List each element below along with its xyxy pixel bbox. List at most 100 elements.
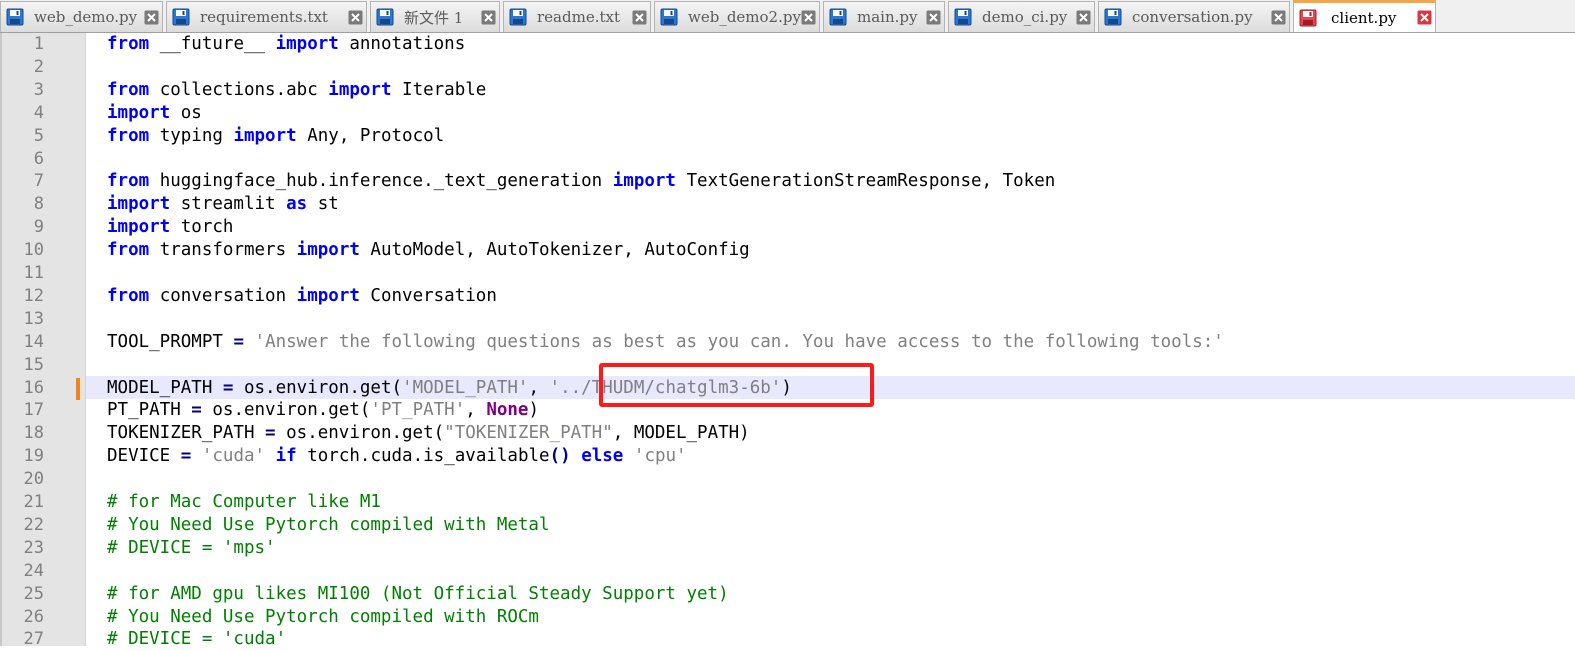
line-number: 27 — [23, 629, 44, 650]
tab-label: web_demo.py — [34, 8, 138, 26]
code-token: = — [233, 331, 244, 352]
floppy-disk-icon — [660, 8, 678, 26]
line-number: 21 — [23, 492, 44, 512]
gutter-edge — [0, 33, 2, 646]
code-token: 'MODEL_PATH' — [402, 377, 529, 398]
tab-requirements-txt[interactable]: requirements.txt — [166, 1, 367, 32]
code-line[interactable]: import os — [107, 102, 202, 125]
code-token: torch.cuda.is_available — [296, 446, 550, 467]
close-icon[interactable] — [632, 10, 647, 25]
code-token: TOKENIZER_PATH — [107, 423, 266, 444]
close-icon[interactable] — [348, 10, 363, 25]
code-token: () — [549, 446, 571, 467]
line-number: 2 — [33, 56, 44, 77]
line-number: 6 — [33, 148, 44, 169]
code-line[interactable]: # You Need Use Pytorch compiled with ROC… — [107, 606, 539, 629]
code-token: typing — [149, 125, 234, 146]
code-token: annotations — [338, 34, 466, 54]
tab-main-py[interactable]: main.py — [823, 1, 945, 32]
line-number: 17 — [23, 400, 44, 421]
tab-web-demo-py[interactable]: web_demo.py — [0, 1, 163, 32]
code-token: ) — [528, 400, 540, 421]
code-line[interactable]: # DEVICE = 'mps' — [107, 537, 276, 560]
code-token: DEVICE — [107, 446, 181, 467]
tab-label: conversation.py — [1132, 8, 1253, 26]
code-token: , MODEL_PATH) — [612, 423, 750, 444]
code-token: os.environ.get( — [275, 423, 445, 444]
line-number: 24 — [23, 560, 44, 581]
code-token: 'cpu' — [633, 446, 687, 467]
close-icon[interactable] — [1271, 10, 1286, 25]
close-icon[interactable] — [144, 10, 159, 25]
code-line[interactable]: import torch — [107, 216, 233, 239]
floppy-disk-icon — [376, 8, 394, 26]
code-token: os.environ.get( — [233, 377, 403, 398]
line-number: 16 — [23, 377, 44, 398]
code-token: torch — [170, 217, 234, 238]
code-token: Conversation — [359, 285, 497, 306]
code-token: 'Answer the following questions as best … — [254, 331, 1224, 352]
code-token: , — [528, 377, 550, 398]
line-number: 23 — [23, 537, 44, 558]
tab-new-file-1[interactable]: 新文件 1 — [370, 1, 500, 32]
code-line[interactable]: TOKENIZER_PATH = os.environ.get("TOKENIZ… — [107, 422, 750, 445]
close-icon[interactable] — [1417, 10, 1432, 25]
line-number: 20 — [23, 469, 44, 490]
code-line[interactable]: from transformers import AutoModel, Auto… — [107, 239, 750, 262]
floppy-disk-icon — [509, 8, 527, 26]
code-editor[interactable]: 1 2 3 4 5 6 7 8 9 10 11 12 13 14 15 16 17 18 19 20 21 22 23 24 2… — [0, 33, 1575, 649]
line-number: 12 — [23, 285, 44, 306]
code-token: from — [107, 125, 150, 146]
code-line[interactable]: from conversation import Conversation — [107, 285, 497, 308]
line-number-gutter: 1 2 3 4 5 6 7 8 9 10 11 12 13 14 15 16 17 18 19 20 21 22 23 24 2… — [0, 33, 86, 649]
tab-demo-ci-py[interactable]: demo_ci.py — [948, 1, 1095, 32]
code-line[interactable]: # for AMD gpu likes MI100 (Not Official … — [107, 583, 729, 606]
line-number: 5 — [33, 125, 44, 146]
code-token: from — [107, 240, 150, 261]
code-line[interactable]: TOOL_PROMPT = 'Answer the following ques… — [107, 331, 1224, 354]
code-line[interactable]: from typing import Any, Protocol — [107, 125, 444, 148]
code-line[interactable]: # for Mac Computer like M1 — [107, 491, 381, 514]
line-number: 7 — [33, 171, 44, 192]
code-token: = — [222, 377, 234, 398]
code-token: = — [191, 400, 202, 421]
code-token: from — [107, 79, 150, 100]
code-token: import — [107, 217, 171, 238]
tab-client-py[interactable]: client.py — [1293, 0, 1436, 32]
tab-conversation-py[interactable]: conversation.py — [1098, 1, 1290, 32]
floppy-disk-icon — [172, 8, 190, 26]
code-token: Iterable — [391, 79, 487, 100]
code-token: huggingface_hub.inference._text_generati… — [149, 171, 613, 192]
code-line[interactable]: # You Need Use Pytorch compiled with Met… — [107, 514, 550, 537]
code-line[interactable]: DEVICE = 'cuda' if torch.cuda.is_availab… — [107, 445, 687, 468]
code-token: 'cuda' — [201, 446, 266, 467]
code-token: else — [581, 446, 624, 467]
close-icon[interactable] — [481, 10, 496, 25]
code-token: = — [265, 423, 276, 444]
tab-readme-txt[interactable]: readme.txt — [503, 1, 651, 32]
code-token: # for Mac Computer like M1 — [107, 492, 381, 512]
code-line[interactable]: import streamlit as st — [107, 193, 339, 216]
close-icon[interactable] — [801, 10, 816, 25]
unsaved-floppy-disk-icon — [1299, 9, 1317, 27]
code-line[interactable]: from collections.abc import Iterable — [107, 79, 486, 102]
line-number: 11 — [23, 263, 44, 283]
close-icon[interactable] — [1076, 10, 1091, 25]
code-line[interactable]: PT_PATH = os.environ.get('PT_PATH', None… — [107, 399, 539, 422]
close-icon[interactable] — [926, 10, 941, 25]
code-line[interactable]: from huggingface_hub.inference._text_gen… — [107, 170, 1055, 193]
code-line[interactable]: # DEVICE = 'cuda' — [107, 628, 286, 651]
code-token: from — [107, 171, 150, 192]
code-token: import — [296, 240, 360, 261]
line-number: 22 — [23, 514, 44, 535]
line-number: 19 — [23, 446, 44, 467]
code-token: None — [486, 400, 529, 421]
code-line[interactable]: from __future__ import annotations — [107, 33, 465, 56]
line-number: 25 — [23, 583, 44, 604]
tab-web-demo2-py[interactable]: web_demo2.py — [654, 1, 820, 32]
line-number: 18 — [23, 423, 44, 444]
code-token: if — [275, 446, 297, 467]
